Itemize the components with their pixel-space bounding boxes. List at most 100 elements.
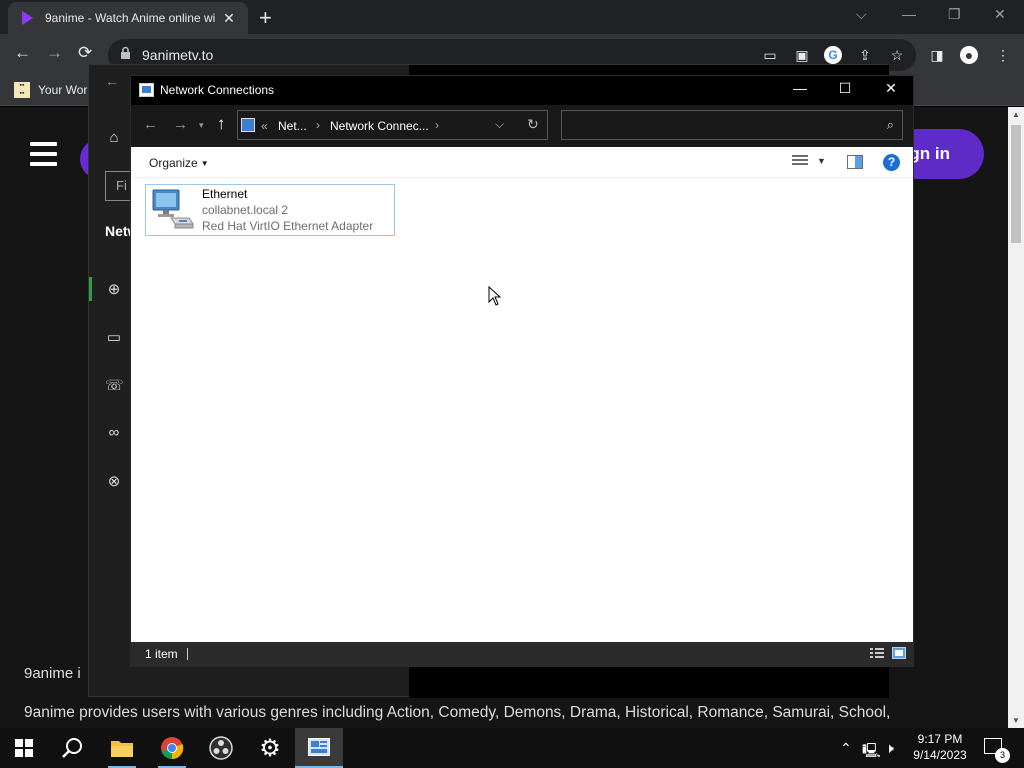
search-icon [62,738,82,758]
bookmark-item[interactable]: ▪▪ ▪▪ Your Wor [14,82,87,98]
breadcrumb-separator-icon[interactable]: › [316,118,320,132]
back-button[interactable]: ← [14,43,31,63]
breadcrumb-network-connections[interactable]: Network Connec... [330,119,429,133]
command-bar: Organize ▼ ▼ ? [131,147,913,178]
reload-button[interactable]: ⟳ [78,43,92,63]
view-options-caret-icon[interactable]: ▼ [817,156,826,166]
settings-icon: ⚙ [259,734,281,762]
network-status-icon[interactable]: ⊕ [105,280,123,298]
obs-taskbar-button[interactable] [197,728,245,768]
details-view-icon[interactable] [870,647,884,659]
scroll-down-icon[interactable]: ▼ [1012,716,1020,725]
vpn-icon[interactable]: ∞ [105,424,123,442]
selected-indicator [89,277,92,301]
proxy-globe-icon[interactable]: ⊗ [105,472,123,490]
close-button[interactable]: ✕ [881,80,901,97]
start-button[interactable] [0,728,48,768]
google-icon[interactable]: G [824,46,842,64]
scroll-up-icon[interactable]: ▲ [1012,110,1020,119]
forward-arrow-icon[interactable]: → [173,116,188,133]
ethernet-icon[interactable]: ▭ [105,328,123,346]
settings-footer-area [409,665,889,698]
file-list: Ethernet collabnet.local 2 Red Hat VirtI… [131,178,913,642]
back-arrow-icon[interactable]: ← [143,116,158,133]
network-adapter-icon [152,189,194,229]
browser-menu-icon[interactable]: ⋮ [994,46,1012,64]
organize-menu[interactable]: Organize ▼ [149,156,209,170]
breadcrumb-overflow-icon[interactable]: « [261,119,268,133]
cast-blocked-icon[interactable]: ▭ [761,46,779,64]
forward-button[interactable]: → [46,43,63,63]
chrome-taskbar-button[interactable] [148,728,196,768]
tab-close-icon[interactable]: ✕ [220,10,238,27]
large-icons-view-icon[interactable] [892,647,906,659]
maximize-button[interactable]: ☐ [835,80,855,97]
window-title: Network Connections [160,83,275,97]
system-clock[interactable]: 9:17 PM 9/14/2023 [900,731,980,763]
browser-tab-bar: 9anime - Watch Anime online wi ✕ + ⌵ — ❐… [0,0,1024,34]
network-connections-icon [139,83,154,97]
minimize-button[interactable]: — [790,80,810,96]
connection-item-ethernet[interactable]: Ethernet collabnet.local 2 Red Hat VirtI… [145,184,395,236]
breadcrumb-separator-icon[interactable]: › [435,118,439,132]
page-description: 9anime provides users with various genre… [24,704,891,721]
file-explorer-taskbar-button[interactable] [98,728,146,768]
obs-icon [209,736,233,760]
settings-taskbar-button[interactable]: ⚙ [246,728,294,768]
organize-label: Organize [149,156,198,170]
network-folder-icon [241,118,255,132]
side-panel-icon[interactable]: ◨ [928,46,946,64]
tab-search-chevron-icon[interactable]: ⌵ [856,6,867,23]
profile-avatar-icon[interactable]: ● [960,46,978,64]
search-box[interactable]: ⌕ [561,110,903,140]
mouse-cursor-icon [488,286,502,306]
share-icon[interactable]: ⇪ [856,46,874,64]
network-connections-taskbar-button[interactable] [295,728,343,768]
url-text: 9animetv.to [142,47,214,63]
browser-close-button[interactable]: ✕ [994,6,1006,23]
notification-count-badge: 3 [995,748,1010,763]
preview-pane-icon[interactable] [847,155,863,169]
bookmark-favicon-icon: ▪▪ ▪▪ [14,82,30,98]
dialup-icon[interactable]: ☏ [105,376,124,394]
browser-restore-button[interactable]: ❐ [948,6,961,23]
navigation-bar: ← → ▾ ↑ « Net... › Network Connec... › ⌵… [131,105,913,147]
search-icon: ⌕ [886,117,894,132]
chrome-icon [161,737,184,760]
browser-tab[interactable]: 9anime - Watch Anime online wi ✕ [8,2,248,34]
bookmark-label: Your Wor [38,83,88,97]
bookmark-star-icon[interactable]: ☆ [888,46,906,64]
home-icon[interactable]: ⌂ [105,129,123,147]
refresh-icon[interactable]: ↻ [527,116,539,133]
taskbar: ⚙ ⌃ 🖳 🕨 9:17 PM 9/14/2023 3 [0,728,1024,768]
menu-hamburger-icon[interactable] [30,142,57,172]
volume-muted-icon[interactable]: 🕨 [885,740,894,757]
page-scrollbar[interactable]: ▲ ▼ [1008,107,1024,728]
file-explorer-icon [111,741,133,757]
help-icon[interactable]: ? [883,154,900,171]
address-dropdown-chevron-icon[interactable]: ⌵ [495,117,504,132]
taskbar-search-button[interactable] [48,728,96,768]
window-title-bar[interactable]: Network Connections — ☐ ✕ [131,76,913,105]
popup-blocked-icon[interactable]: ▣ [793,46,811,64]
organize-caret-icon: ▼ [200,159,209,169]
breadcrumb-network[interactable]: Net... [278,119,307,133]
network-tray-icon[interactable]: 🖳 [862,740,881,764]
scrollbar-thumb[interactable] [1011,125,1021,243]
clock-date: 9/14/2023 [913,748,967,762]
connection-name: Ethernet [202,187,248,201]
address-breadcrumb[interactable]: « Net... › Network Connec... › ⌵ ↻ [237,110,548,140]
windows-logo-icon [15,739,33,757]
status-bar: 1 item [131,642,913,666]
tab-title: 9anime - Watch Anime online wi [45,11,216,25]
browser-minimize-button[interactable]: — [902,6,916,22]
new-tab-button[interactable]: + [259,5,272,31]
recent-locations-chevron-icon[interactable]: ▾ [199,120,204,131]
change-view-icon[interactable] [792,155,808,169]
clock-time: 9:17 PM [917,732,963,746]
show-hidden-icons-chevron-icon[interactable]: ⌃ [840,740,852,757]
connection-network: collabnet.local 2 [202,203,289,217]
up-arrow-icon[interactable]: ↑ [217,114,226,134]
status-divider [187,648,188,660]
settings-back-icon[interactable]: ← [105,73,119,89]
